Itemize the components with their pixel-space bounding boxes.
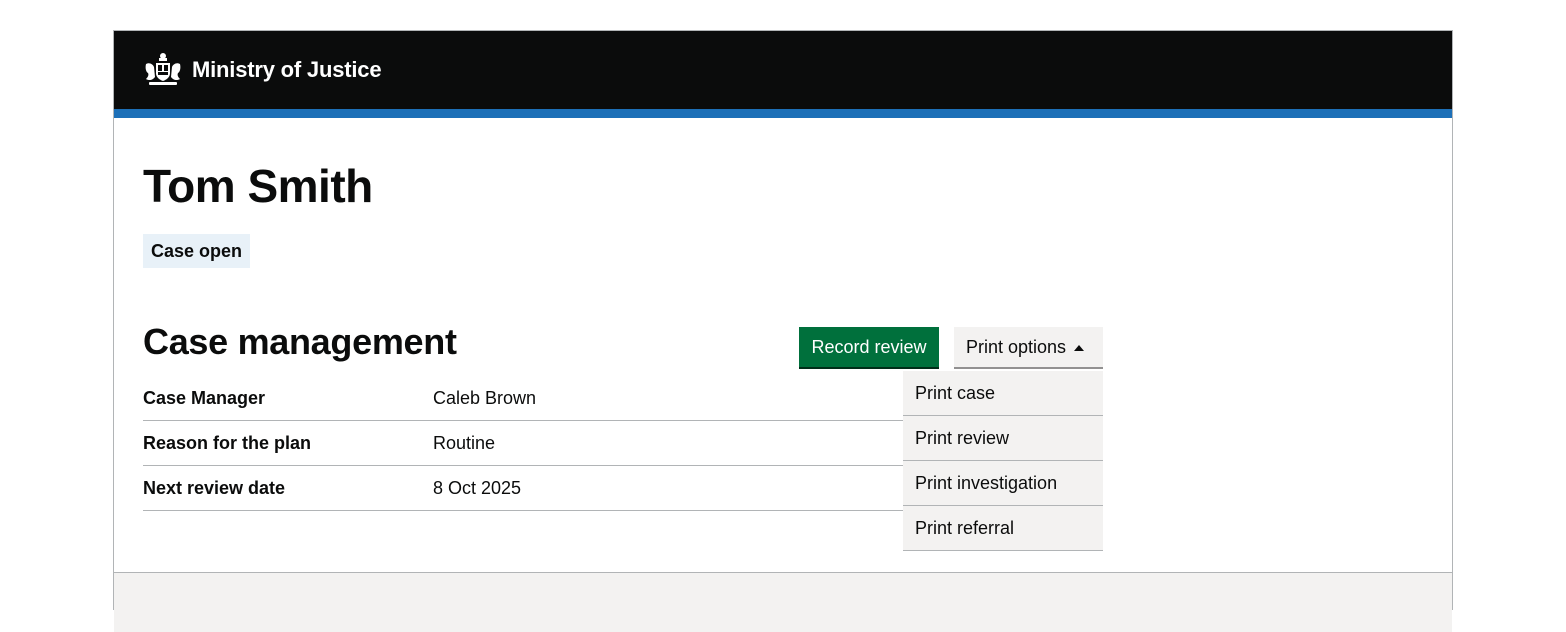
menu-item-print-case[interactable]: Print case	[903, 371, 1103, 416]
header-stripe	[114, 109, 1452, 118]
print-options-label: Print options	[966, 337, 1067, 357]
print-options-button[interactable]: Print options	[954, 327, 1103, 367]
summary-value: 8 Oct 2025	[433, 477, 522, 498]
summary-row-reason: Reason for the plan Routine	[143, 421, 903, 466]
record-review-button[interactable]: Record review	[799, 327, 939, 367]
caret-up-icon	[1074, 345, 1085, 351]
summary-key: Case Manager	[143, 387, 266, 408]
status-badge: Case open	[143, 234, 251, 268]
summary-row-case-manager: Case Manager Caleb Brown	[143, 376, 903, 421]
case-summary-list: Case Manager Caleb Brown Reason for the …	[143, 376, 903, 511]
summary-row-next-review: Next review date 8 Oct 2025	[143, 466, 903, 511]
section-title-case-management: Case management	[143, 321, 457, 362]
page-frame: Ministry of Justice Tom Smith Case open …	[113, 30, 1453, 632]
service-name: Ministry of Justice	[192, 57, 382, 82]
print-options-menu: Print case Print review Print investigat…	[903, 371, 1103, 551]
menu-item-print-investigation[interactable]: Print investigation	[903, 461, 1103, 506]
summary-key: Next review date	[143, 477, 286, 498]
page-title: Tom Smith	[143, 160, 373, 212]
site-header: Ministry of Justice	[114, 31, 1452, 109]
summary-value: Caleb Brown	[433, 387, 537, 408]
home-link[interactable]: Ministry of Justice	[143, 50, 382, 90]
menu-item-print-referral[interactable]: Print referral	[903, 506, 1103, 551]
summary-value: Routine	[433, 432, 496, 453]
royal-coat-of-arms-icon	[145, 53, 181, 85]
menu-item-print-review[interactable]: Print review	[903, 416, 1103, 461]
summary-key: Reason for the plan	[143, 432, 312, 453]
site-footer	[114, 572, 1452, 632]
